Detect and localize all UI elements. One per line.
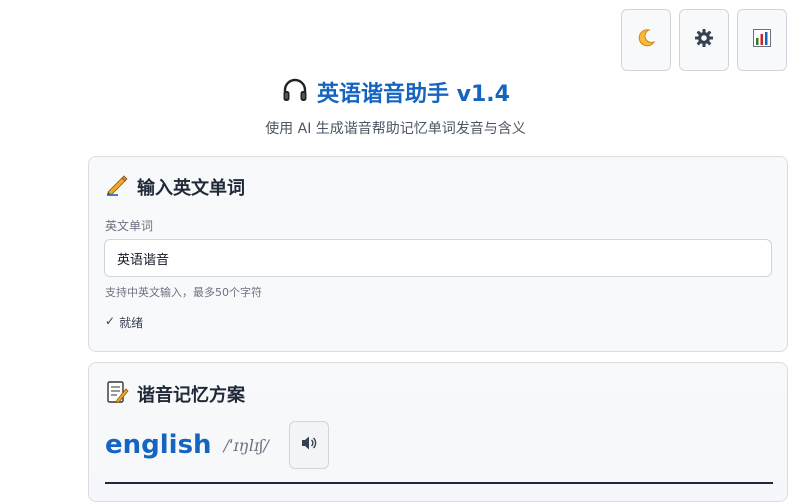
result-divider <box>105 482 773 484</box>
page-header: 英语谐音助手 v1.4 使用 AI 生成谐音帮助记忆单词发音与含义 <box>0 76 791 138</box>
result-card-title: 谐音记忆方案 <box>137 385 245 406</box>
input-card: 输入英文单词 英文单词 支持中英文输入，最多50个字符 ✓ 就绪 <box>88 156 788 352</box>
page-title: 英语谐音助手 v1.4 <box>317 82 510 107</box>
result-card: 谐音记忆方案 english /ˈɪŋlɪʃ/ <box>88 362 788 502</box>
bar-chart-icon <box>752 28 772 52</box>
top-toolbar <box>621 9 787 71</box>
moon-icon <box>635 27 657 53</box>
stats-button[interactable] <box>737 9 787 71</box>
input-card-header: 输入英文单词 <box>105 174 245 200</box>
title-row: 英语谐音助手 v1.4 <box>0 76 791 108</box>
gear-icon <box>694 28 714 52</box>
status-text: 就绪 <box>119 316 144 330</box>
word-input[interactable] <box>104 239 772 277</box>
speaker-icon <box>300 435 318 455</box>
result-card-header: 谐音记忆方案 <box>105 380 245 408</box>
word-display-row: english /ˈɪŋlɪʃ/ <box>105 421 329 469</box>
phonetic-text: /ˈɪŋlɪʃ/ <box>223 435 269 455</box>
input-card-title: 输入英文单词 <box>137 178 245 199</box>
input-hint: 支持中英文输入，最多50个字符 <box>105 286 262 299</box>
word-text: english <box>105 430 212 460</box>
page-subtitle: 使用 AI 生成谐音帮助记忆单词发音与含义 <box>265 121 526 137</box>
pronounce-button[interactable] <box>288 421 329 469</box>
headphones-icon <box>281 76 309 108</box>
word-field-label: 英文单词 <box>105 219 154 233</box>
pencil-icon <box>105 174 129 200</box>
checkmark-icon: ✓ <box>105 314 116 328</box>
memo-icon <box>105 380 129 408</box>
settings-button[interactable] <box>679 9 729 71</box>
status-line: ✓ 就绪 <box>105 314 143 331</box>
theme-toggle-button[interactable] <box>621 9 671 71</box>
